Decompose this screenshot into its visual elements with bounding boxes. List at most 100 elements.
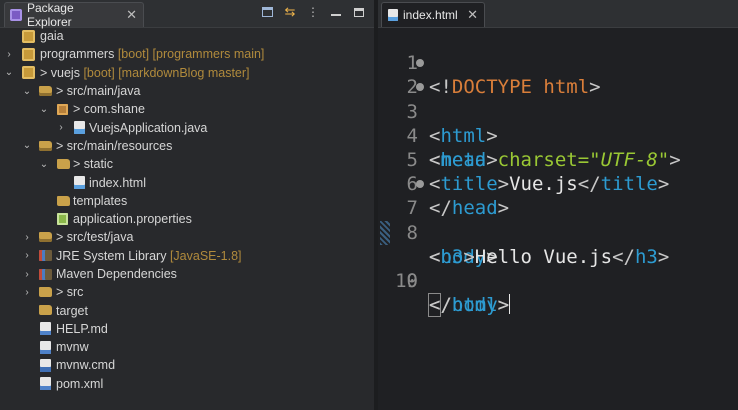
- source-folder-icon: [39, 140, 52, 151]
- code-line: 6 </head>: [378, 148, 738, 219]
- line-number: 10: [395, 269, 418, 292]
- text-file-icon: [40, 322, 51, 336]
- link-with-editor-button[interactable]: ⇆: [283, 4, 297, 19]
- code-line: 1 <!DOCTYPE html>: [378, 27, 738, 98]
- editor-area: index.html ✕ 1 <!DOCTYPE html> 2 <html> …: [378, 0, 738, 410]
- xml-file-icon: [40, 377, 51, 391]
- library-icon: [39, 268, 52, 280]
- project-icon: [22, 29, 35, 43]
- expand-chevron-icon[interactable]: ›: [22, 232, 32, 243]
- expand-chevron-icon[interactable]: ›: [4, 49, 14, 60]
- tree-item-label: programmers: [40, 47, 115, 62]
- tree-item-decoration: [boot] [markdownBlog master]: [83, 65, 250, 80]
- folder-icon: [39, 287, 52, 298]
- tree-item-label: target: [56, 303, 88, 318]
- tree-item-jre-system-library[interactable]: › JRE System Library [JavaSE-1.8]: [0, 247, 374, 265]
- code-line: 3 <head>: [378, 75, 738, 171]
- expand-chevron-icon[interactable]: ›: [22, 287, 32, 298]
- code-line: 8 <h3>Hello Vue.js</h3>: [378, 196, 738, 268]
- kebab-menu-icon: ⋮: [307, 5, 319, 19]
- tree-item-target[interactable]: target: [0, 301, 374, 319]
- tree-item-label: > com.shane: [73, 102, 145, 117]
- tree-item-label: pom.xml: [56, 376, 104, 391]
- tree-item-programmers[interactable]: › programmers [boot] [programmers main]: [0, 45, 374, 63]
- fold-toggle-icon[interactable]: [416, 83, 424, 92]
- link-icon: ⇆: [284, 4, 296, 19]
- close-icon[interactable]: ✕: [126, 7, 137, 23]
- tree-item-static[interactable]: ⌄ > static: [0, 155, 374, 173]
- properties-file-icon: [57, 213, 68, 226]
- tree-item-label: templates: [73, 193, 128, 208]
- tree-item-vuejsapplication-java[interactable]: › VuejsApplication.java: [0, 118, 374, 136]
- text-caret: [509, 294, 511, 315]
- tab-index-html[interactable]: index.html ✕: [381, 2, 485, 27]
- code-line-current: 9 </body>: [378, 220, 738, 318]
- project-icon: [22, 47, 35, 61]
- code-line: 4 <meta charset="UTF-8">: [378, 100, 738, 171]
- tree-item-decoration: [boot] [programmers main]: [117, 47, 265, 62]
- tree-item-decoration: [JavaSE-1.8]: [169, 248, 242, 263]
- fold-toggle-icon[interactable]: [416, 180, 424, 189]
- tree-item-src-main-java[interactable]: ⌄ > src/main/java: [0, 82, 374, 100]
- collapse-chevron-icon[interactable]: ⌄: [39, 104, 49, 115]
- tree-item-gaia[interactable]: gaia: [0, 27, 374, 45]
- package-explorer-view: Package Explorer ✕ ⇆ ⋮ gaia › programmer…: [0, 0, 374, 410]
- folder-icon: [39, 305, 52, 316]
- expand-chevron-icon[interactable]: ›: [56, 122, 66, 133]
- code-editor[interactable]: 1 <!DOCTYPE html> 2 <html> 3 <head> 4 <m…: [378, 27, 738, 318]
- tree-item-label: application.properties: [73, 212, 192, 227]
- maximize-button[interactable]: [352, 5, 366, 19]
- expand-chevron-icon[interactable]: ›: [22, 250, 32, 261]
- tree-item-vuejs[interactable]: ⌄ > vuejs [boot] [markdownBlog master]: [0, 64, 374, 82]
- tree-item-label: > src: [56, 285, 84, 300]
- tree-item-src-test-java[interactable]: › > src/test/java: [0, 228, 374, 246]
- source-folder-icon: [39, 85, 52, 96]
- editor-tabbar: index.html ✕: [378, 0, 738, 28]
- folder-icon: [57, 195, 70, 206]
- collapse-chevron-icon[interactable]: ⌄: [22, 140, 32, 151]
- expand-chevron-icon[interactable]: ›: [22, 269, 32, 280]
- maximize-icon: [354, 7, 364, 17]
- html-file-icon: [388, 9, 398, 21]
- tree-item-com-shane[interactable]: ⌄ > com.shane: [0, 100, 374, 118]
- collapse-all-button[interactable]: [260, 5, 274, 19]
- tree-item-label: gaia: [40, 29, 64, 44]
- tree-item-maven-dependencies[interactable]: › Maven Dependencies: [0, 265, 374, 283]
- source-folder-icon: [39, 232, 52, 243]
- package-icon: [57, 103, 68, 115]
- tree-item-label: index.html: [89, 175, 146, 190]
- tree-item-help-md[interactable]: HELP.md: [0, 320, 374, 338]
- tab-package-explorer[interactable]: Package Explorer ✕: [4, 1, 144, 29]
- tree-item-mvnw[interactable]: mvnw: [0, 338, 374, 356]
- code-line: 5 <title>Vue.js</title>: [378, 124, 738, 195]
- fold-toggle-icon[interactable]: [416, 59, 424, 68]
- code-line: 2 <html>: [378, 51, 738, 147]
- collapse-chevron-icon[interactable]: ⌄: [22, 86, 32, 97]
- tree-item-src-main-resources[interactable]: ⌄ > src/main/resources: [0, 137, 374, 155]
- text-file-icon: [40, 340, 51, 354]
- collapse-chevron-icon[interactable]: ⌄: [39, 159, 49, 170]
- tree-item-label: > vuejs: [40, 65, 80, 80]
- project-tree: gaia › programmers [boot] [programmers m…: [0, 27, 374, 393]
- tree-item-pom-xml[interactable]: pom.xml: [0, 375, 374, 393]
- tree-item-label: VuejsApplication.java: [89, 120, 208, 135]
- tree-item-index-html[interactable]: index.html: [0, 173, 374, 191]
- view-menu-button[interactable]: ⋮: [306, 5, 320, 19]
- tree-item-label: mvnw: [56, 340, 89, 355]
- tree-item-src[interactable]: › > src: [0, 283, 374, 301]
- close-icon[interactable]: ✕: [467, 7, 478, 23]
- code-line: 10 </html>: [395, 269, 510, 317]
- editor-tab-title: index.html: [403, 8, 458, 22]
- collapse-chevron-icon[interactable]: ⌄: [4, 67, 14, 78]
- minimize-icon: [331, 8, 341, 16]
- tree-item-mvnw-cmd[interactable]: mvnw.cmd: [0, 356, 374, 374]
- occurrence-marker: [380, 220, 390, 245]
- tree-item-templates[interactable]: templates: [0, 192, 374, 210]
- folder-icon: [57, 159, 70, 170]
- tree-item-application-properties[interactable]: application.properties: [0, 210, 374, 228]
- tab-title: Package Explorer: [26, 1, 74, 29]
- view-toolbar: ⇆ ⋮: [260, 4, 366, 19]
- tree-item-label: > src/main/resources: [56, 138, 173, 153]
- minimize-button[interactable]: [329, 5, 343, 19]
- package-explorer-icon: [10, 9, 22, 21]
